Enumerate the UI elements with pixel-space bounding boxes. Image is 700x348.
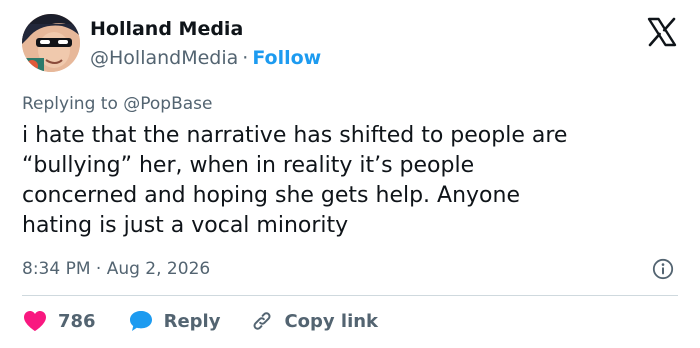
tweet-text: i hate that the narrative has shifted to… [22, 121, 682, 241]
x-logo-icon[interactable] [647, 17, 677, 47]
tweet-timestamp[interactable]: 8:34 PM · Aug 2, 2026 [22, 259, 210, 279]
info-icon[interactable] [652, 258, 674, 280]
author-display-name[interactable]: Holland Media [90, 18, 243, 40]
reply-label: Reply [163, 310, 221, 332]
tweet-text-line: concerned and hoping she gets help. Anyo… [22, 183, 520, 208]
replying-to-line: Replying to @PopBase [22, 94, 212, 114]
reply-button[interactable]: Reply [128, 309, 221, 333]
separator-dot: · [242, 47, 249, 69]
author-avatar[interactable] [22, 14, 80, 72]
replying-to-prefix: Replying to [22, 94, 118, 114]
speech-bubble-icon [129, 311, 152, 331]
follow-button[interactable]: Follow [252, 47, 321, 69]
tweet-text-line: i hate that the narrative has shifted to… [22, 123, 568, 148]
link-icon [253, 312, 271, 330]
tweet-actions-bar: 786 Reply Copy link [22, 306, 378, 336]
author-handle-line: @HollandMedia · Follow [90, 47, 321, 69]
copy-link-button[interactable]: Copy link [250, 309, 378, 333]
tweet-text-line: hating is just a vocal minority [22, 213, 349, 238]
tweet-text-line: “bullying” her, when in reality it’s peo… [22, 153, 475, 178]
replying-to-mention[interactable]: @PopBase [123, 94, 212, 114]
like-button[interactable]: 786 [22, 309, 96, 333]
cartoon-avatar-icon [22, 14, 80, 72]
copy-link-label: Copy link [284, 310, 379, 332]
heart-icon [24, 311, 46, 331]
tweet-card: Holland Media @HollandMedia · Follow Reply… [0, 0, 700, 348]
author-handle[interactable]: @HollandMedia [90, 47, 238, 69]
like-count: 786 [58, 310, 96, 332]
actions-divider [22, 295, 678, 296]
